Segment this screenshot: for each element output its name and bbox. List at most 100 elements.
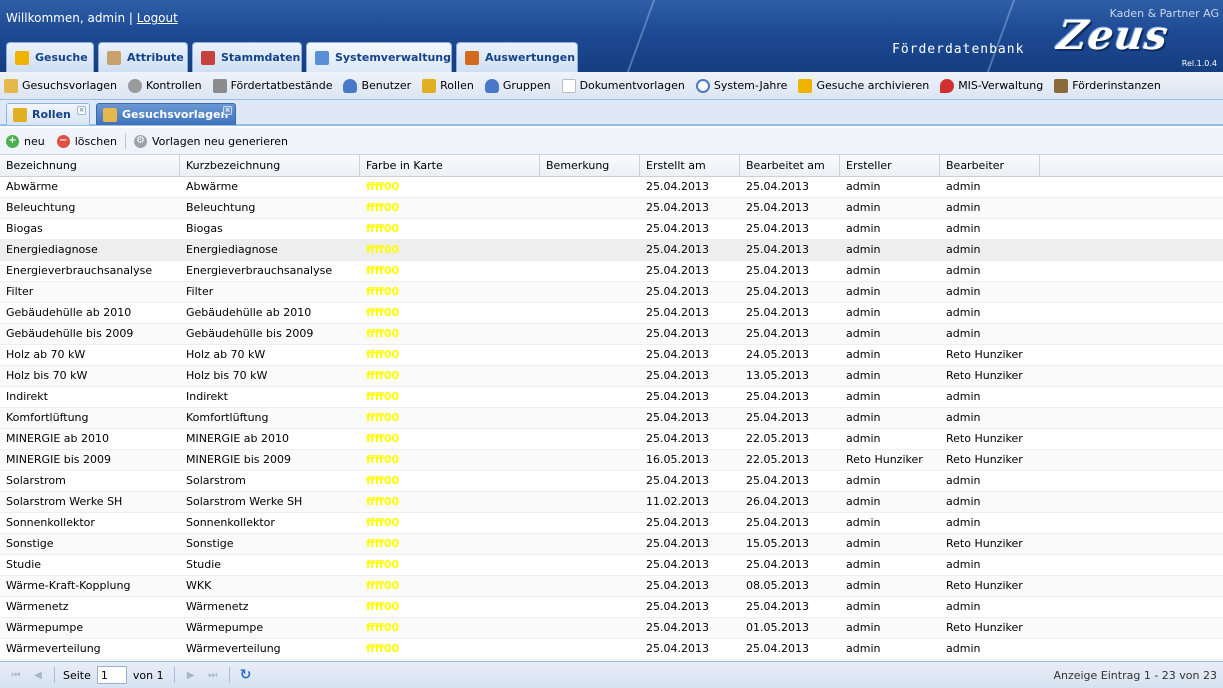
page-number-input[interactable] bbox=[96, 666, 127, 684]
cell-bemerkung bbox=[540, 429, 640, 449]
cell-bezeichnung: Gebäudehülle bis 2009 bbox=[6, 327, 134, 340]
cell-farbe: ffff00 bbox=[366, 306, 400, 319]
tab-attribute[interactable]: Attribute bbox=[98, 42, 188, 72]
toolbar-item-mis-verwaltung[interactable]: MIS-Verwaltung bbox=[940, 78, 1043, 93]
table-row[interactable]: Energieverbrauchsanalyse Energieverbrauch… bbox=[0, 261, 1223, 282]
table-row[interactable]: Sonnenkollektor Sonnenkollektor ffff00 25.0… bbox=[0, 513, 1223, 534]
cell-bezeichnung: MINERGIE ab 2010 bbox=[6, 432, 109, 445]
cell-farbe: ffff00 bbox=[366, 390, 400, 403]
tab-gesuche[interactable]: Gesuche bbox=[6, 42, 94, 72]
cell-kurzbezeichnung: MINERGIE bis 2009 bbox=[186, 453, 292, 466]
cell-bezeichnung: Sonstige bbox=[6, 537, 54, 550]
column-header-farbe[interactable]: Farbe in Karte bbox=[360, 155, 540, 177]
table-row[interactable]: Wärmepumpe Wärmepumpe ffff00 25.04.2013 01.0… bbox=[0, 618, 1223, 639]
cell-kurzbezeichnung: Gebäudehülle bis 2009 bbox=[186, 327, 314, 340]
cell-farbe: ffff00 bbox=[366, 180, 400, 193]
cell-bearbeiter: Reto Hunziker bbox=[946, 432, 1023, 445]
cell-bemerkung bbox=[540, 261, 640, 281]
paging-display-info: Anzeige Eintrag 1 - 23 von 23 bbox=[1053, 669, 1217, 682]
tab-rollen[interactable]: Rollen × bbox=[6, 103, 90, 125]
cell-ersteller: admin bbox=[846, 495, 881, 508]
close-icon[interactable]: × bbox=[77, 106, 86, 115]
cell-farbe: ffff00 bbox=[366, 621, 400, 634]
cell-bezeichnung: Energieverbrauchsanalyse bbox=[6, 264, 153, 277]
cell-bemerkung bbox=[540, 198, 640, 218]
tab-label: Attribute bbox=[127, 51, 184, 64]
toolbar-item-gruppen[interactable]: Gruppen bbox=[484, 78, 551, 93]
toolbar-item-benutzer[interactable]: Benutzer bbox=[343, 78, 411, 93]
table-row[interactable]: Biogas Biogas ffff00 25.04.2013 25.04.2013 ad… bbox=[0, 219, 1223, 240]
cell-bezeichnung: Beleuchtung bbox=[6, 201, 76, 214]
column-header-bemerkung[interactable]: Bemerkung bbox=[540, 155, 640, 177]
first-page-icon[interactable]: ⏮ bbox=[8, 668, 24, 682]
table-row[interactable]: Abwärme Abwärme ffff00 25.04.2013 25.04.2013… bbox=[0, 177, 1223, 198]
toolbar-item-foerderinstanzen[interactable]: Förderinstanzen bbox=[1054, 78, 1161, 93]
calculator-icon bbox=[212, 78, 227, 93]
table-row[interactable]: Wärme-Kraft-Kopplung WKK ffff00 25.04.2013 0… bbox=[0, 576, 1223, 597]
release-version: Rel.1.0.4 bbox=[1181, 59, 1217, 68]
last-page-icon[interactable]: ⏭ bbox=[205, 668, 221, 682]
column-header-bezeichnung[interactable]: Bezeichnung bbox=[0, 155, 180, 177]
table-row[interactable]: Komfortlüftung Komfortlüftung ffff00 25.04.… bbox=[0, 408, 1223, 429]
table-row[interactable]: Holz ab 70 kW Holz ab 70 kW ffff00 25.04.20… bbox=[0, 345, 1223, 366]
toolbar-item-gesuche-archivieren[interactable]: Gesuche archivieren bbox=[798, 78, 929, 93]
toolbar-item-foerdertatbestaende[interactable]: Fördertatbestände bbox=[212, 78, 332, 93]
table-row[interactable]: MINERGIE bis 2009 MINERGIE bis 2009 ffff00… bbox=[0, 450, 1223, 471]
delete-button[interactable]: − löschen bbox=[56, 134, 117, 148]
cell-farbe: ffff00 bbox=[366, 369, 400, 382]
previous-page-icon[interactable]: ◀ bbox=[30, 668, 46, 682]
cell-bezeichnung: Solarstrom bbox=[6, 474, 66, 487]
table-row[interactable]: Holz bis 70 kW Holz bis 70 kW ffff00 25.04.… bbox=[0, 366, 1223, 387]
cell-bezeichnung: Wärmeverteilung bbox=[6, 642, 101, 655]
cell-bearbeiter: Reto Hunziker bbox=[946, 369, 1023, 382]
toolbar-item-kontrollen[interactable]: Kontrollen bbox=[128, 78, 202, 93]
zeus-logo: Zeus bbox=[1054, 12, 1172, 59]
cell-ersteller: admin bbox=[846, 621, 881, 634]
table-row[interactable]: Filter Filter ffff00 25.04.2013 25.04.2013 ad… bbox=[0, 282, 1223, 303]
table-row[interactable]: Wärmenetz Wärmenetz ffff00 25.04.2013 25.04.… bbox=[0, 597, 1223, 618]
column-header-bearbeitet[interactable]: Bearbeitet am bbox=[740, 155, 840, 177]
tab-stammdaten[interactable]: Stammdaten bbox=[192, 42, 302, 72]
next-page-icon[interactable]: ▶ bbox=[183, 668, 199, 682]
toolbar-item-gesuchsvorlagen[interactable]: Gesuchsvorlagen bbox=[4, 78, 117, 93]
table-row[interactable]: Gebäudehülle bis 2009 Gebäudehülle bis 20… bbox=[0, 324, 1223, 345]
regenerate-templates-button[interactable]: ⚙ Vorlagen neu generieren bbox=[134, 134, 288, 148]
cell-bearbeitet: 08.05.2013 bbox=[746, 579, 809, 592]
table-row[interactable]: Solarstrom Solarstrom ffff00 25.04.2013 25.0… bbox=[0, 471, 1223, 492]
table-row[interactable]: Sonstige Sonstige ffff00 25.04.2013 15.05.20… bbox=[0, 534, 1223, 555]
close-icon[interactable]: × bbox=[223, 106, 232, 115]
cell-bearbeiter: admin bbox=[946, 306, 981, 319]
table-row[interactable]: Beleuchtung Beleuchtung ffff00 25.04.2013 25… bbox=[0, 198, 1223, 219]
refresh-icon[interactable]: ↻ bbox=[238, 667, 254, 683]
toolbar-item-system-jahre[interactable]: System-Jahre bbox=[695, 78, 787, 93]
tab-systemverwaltung[interactable]: Systemverwaltung bbox=[306, 42, 452, 72]
cell-bearbeiter: admin bbox=[946, 222, 981, 235]
table-row[interactable]: Gebäudehülle ab 2010 Gebäudehülle ab 2010… bbox=[0, 303, 1223, 324]
column-header-erstellt[interactable]: Erstellt am bbox=[640, 155, 740, 177]
paging-separator bbox=[54, 667, 55, 683]
cell-kurzbezeichnung: Energiediagnose bbox=[186, 243, 278, 256]
tab-gesuchsvorlagen[interactable]: Gesuchsvorlagen × bbox=[96, 103, 236, 125]
page-count: von 1 bbox=[132, 668, 164, 682]
column-header-bearbeiter[interactable]: Bearbeiter bbox=[940, 155, 1040, 177]
background-bolt bbox=[986, 0, 1016, 72]
table-row[interactable]: Studie Studie ffff00 25.04.2013 25.04.2013 ad… bbox=[0, 555, 1223, 576]
column-header-ersteller[interactable]: Ersteller bbox=[840, 155, 940, 177]
table-row[interactable]: Wärmeverteilung Wärmeverteilung ffff00 25.0… bbox=[0, 639, 1223, 660]
table-row[interactable]: Energiediagnose Energiediagnose ffff00 25.0… bbox=[0, 240, 1223, 261]
cell-erstellt: 25.04.2013 bbox=[646, 642, 709, 655]
toolbar-item-dokumentvorlagen[interactable]: Dokumentvorlagen bbox=[561, 78, 685, 93]
cell-kurzbezeichnung: Sonnenkollektor bbox=[186, 516, 275, 529]
column-header-kurzbezeichnung[interactable]: Kurzbezeichnung bbox=[180, 155, 360, 177]
cell-ersteller: admin bbox=[846, 285, 881, 298]
logout-link[interactable]: Logout bbox=[137, 11, 178, 25]
cell-kurzbezeichnung: WKK bbox=[186, 579, 212, 592]
table-row[interactable]: Indirekt Indirekt ffff00 25.04.2013 25.04.20… bbox=[0, 387, 1223, 408]
tab-auswertungen[interactable]: Auswertungen bbox=[456, 42, 578, 72]
toolbar-item-rollen[interactable]: Rollen bbox=[422, 78, 474, 93]
new-button[interactable]: + neu bbox=[6, 134, 45, 148]
table-row[interactable]: MINERGIE ab 2010 MINERGIE ab 2010 ffff00 25… bbox=[0, 429, 1223, 450]
cell-bemerkung bbox=[540, 345, 640, 365]
table-row[interactable]: Solarstrom Werke SH Solarstrom Werke SH ff… bbox=[0, 492, 1223, 513]
cell-bearbeitet: 13.05.2013 bbox=[746, 369, 809, 382]
